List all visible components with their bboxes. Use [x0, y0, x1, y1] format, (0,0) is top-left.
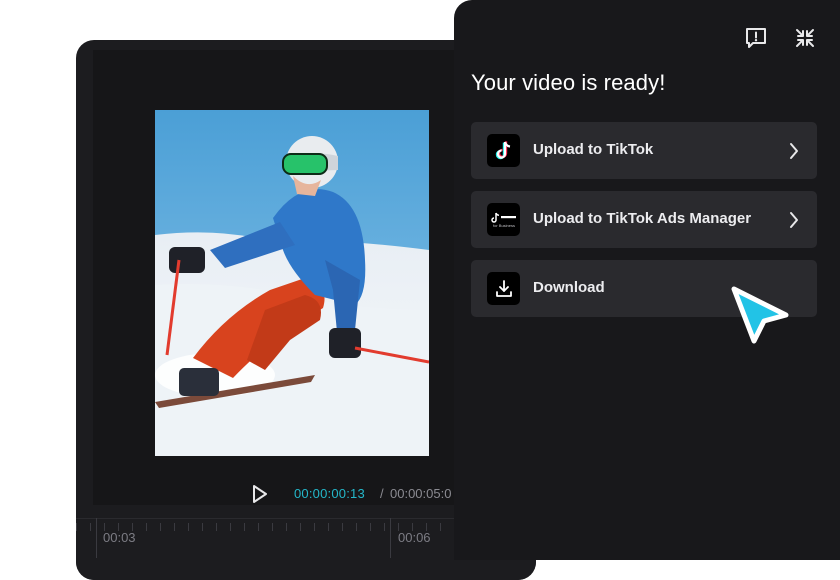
feedback-icon[interactable] — [744, 26, 768, 50]
collapse-icon[interactable] — [793, 26, 817, 50]
tiktok-ads-icon: for Business — [487, 203, 520, 236]
time-separator: / — [380, 486, 384, 501]
upload-tiktok-ads-button[interactable]: for Business Upload to TikTok Ads Manage… — [471, 191, 817, 248]
tiktok-icon — [487, 134, 520, 167]
download-icon — [487, 272, 520, 305]
option-label: Download — [533, 279, 605, 296]
ruler-label: 00:06 — [398, 530, 431, 545]
chevron-right-icon — [789, 142, 799, 165]
ruler-label: 00:03 — [103, 530, 136, 545]
current-time: 00:00:00:13 — [294, 486, 365, 501]
pointer-cursor-icon — [728, 283, 796, 354]
total-time: 00:00:05:0 — [390, 486, 452, 501]
play-icon[interactable] — [250, 483, 270, 510]
tiktok-ads-caption: for Business — [493, 223, 515, 228]
upload-tiktok-button[interactable]: Upload to TikTok — [471, 122, 817, 179]
option-label: Upload to TikTok Ads Manager — [533, 210, 752, 227]
ruler-marker — [390, 518, 391, 558]
ruler-marker — [96, 518, 97, 558]
video-preview[interactable] — [155, 110, 429, 456]
option-label: Upload to TikTok — [533, 141, 654, 158]
skier-image — [155, 110, 429, 456]
chevron-right-icon — [789, 211, 799, 234]
panel-title: Your video is ready! — [471, 70, 666, 95]
export-panel: Your video is ready! Upload to TikTok fo… — [454, 0, 840, 560]
